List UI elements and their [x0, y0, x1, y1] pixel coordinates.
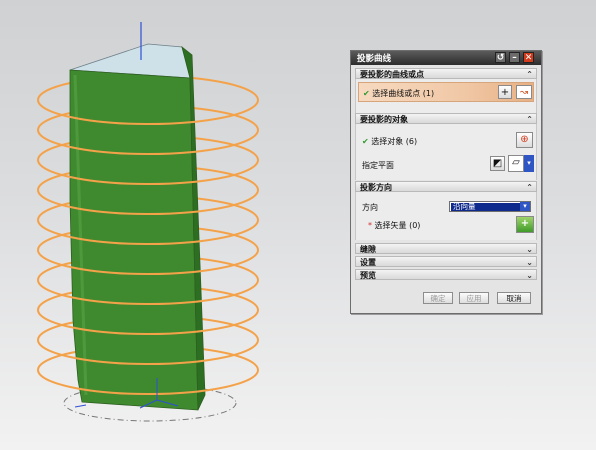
vector-add-icon[interactable]: + [516, 216, 534, 233]
section-objects-header[interactable]: 要投影的对象 ⌃ [355, 113, 537, 124]
section-objects-body: ✔ 选择对象 (6) ⊕ 指定平面 ◩ ▱ ▾ [355, 124, 537, 180]
required-star-icon: * [368, 221, 372, 230]
section-preview-header[interactable]: 预览 ⌄ [355, 269, 537, 280]
section-direction-body: 方向 * 选择矢量 (0) + [355, 192, 537, 240]
chevron-down-icon: ⌄ [526, 245, 533, 254]
project-curve-dialog: 投影曲线 ↺ – ✕ 要投影的曲线或点 ⌃ ✔ 选择曲线或点 (1) + ↝ 要… [350, 50, 542, 314]
close-icon[interactable]: ✕ [523, 52, 534, 63]
refresh-icon[interactable]: ↺ [495, 52, 506, 63]
select-curve-row[interactable]: ✔ 选择曲线或点 (1) + ↝ [358, 82, 534, 102]
plane-dropdown-arrow[interactable]: ▾ [524, 155, 534, 172]
plane-dialog-icon[interactable]: ▱ [508, 155, 524, 172]
direction-dropdown[interactable]: 沿向量 ▾ [449, 201, 531, 212]
dialog-titlebar[interactable]: 投影曲线 ↺ – ✕ [351, 51, 541, 65]
select-vector-row[interactable]: * 选择矢量 (0) [368, 220, 420, 231]
curve-select-icon[interactable]: ↝ [516, 85, 532, 99]
minimize-icon[interactable]: – [509, 52, 520, 63]
chevron-down-icon: ▾ [520, 202, 530, 211]
crosshair-add-icon[interactable]: ⊕ [516, 132, 533, 148]
section-direction-header[interactable]: 投影方向 ⌃ [355, 181, 537, 192]
section-curves-header[interactable]: 要投影的曲线或点 ⌃ [355, 68, 537, 79]
add-curve-icon[interactable]: + [498, 85, 512, 99]
section-gap-header[interactable]: 缝隙 ⌄ [355, 243, 537, 254]
plane-icon[interactable]: ◩ [490, 156, 505, 171]
dialog-title: 投影曲线 [357, 54, 392, 64]
ok-button[interactable]: 确定 [423, 292, 453, 304]
check-icon: ✔ [363, 89, 370, 98]
direction-label: 方向 [362, 203, 378, 212]
chevron-down-icon: ⌄ [526, 258, 533, 267]
check-icon: ✔ [362, 137, 369, 146]
section-settings-header[interactable]: 设置 ⌄ [355, 256, 537, 267]
apply-button[interactable]: 应用 [459, 292, 489, 304]
specify-plane-label: 指定平面 [362, 161, 394, 170]
select-object-row[interactable]: ✔ 选择对象 (6) [362, 136, 417, 147]
chevron-down-icon: ⌄ [526, 271, 533, 280]
section-curves-body: ✔ 选择曲线或点 (1) + ↝ [355, 79, 537, 113]
cancel-button[interactable]: 取消 [497, 292, 531, 304]
solid-body[interactable] [69, 43, 206, 411]
